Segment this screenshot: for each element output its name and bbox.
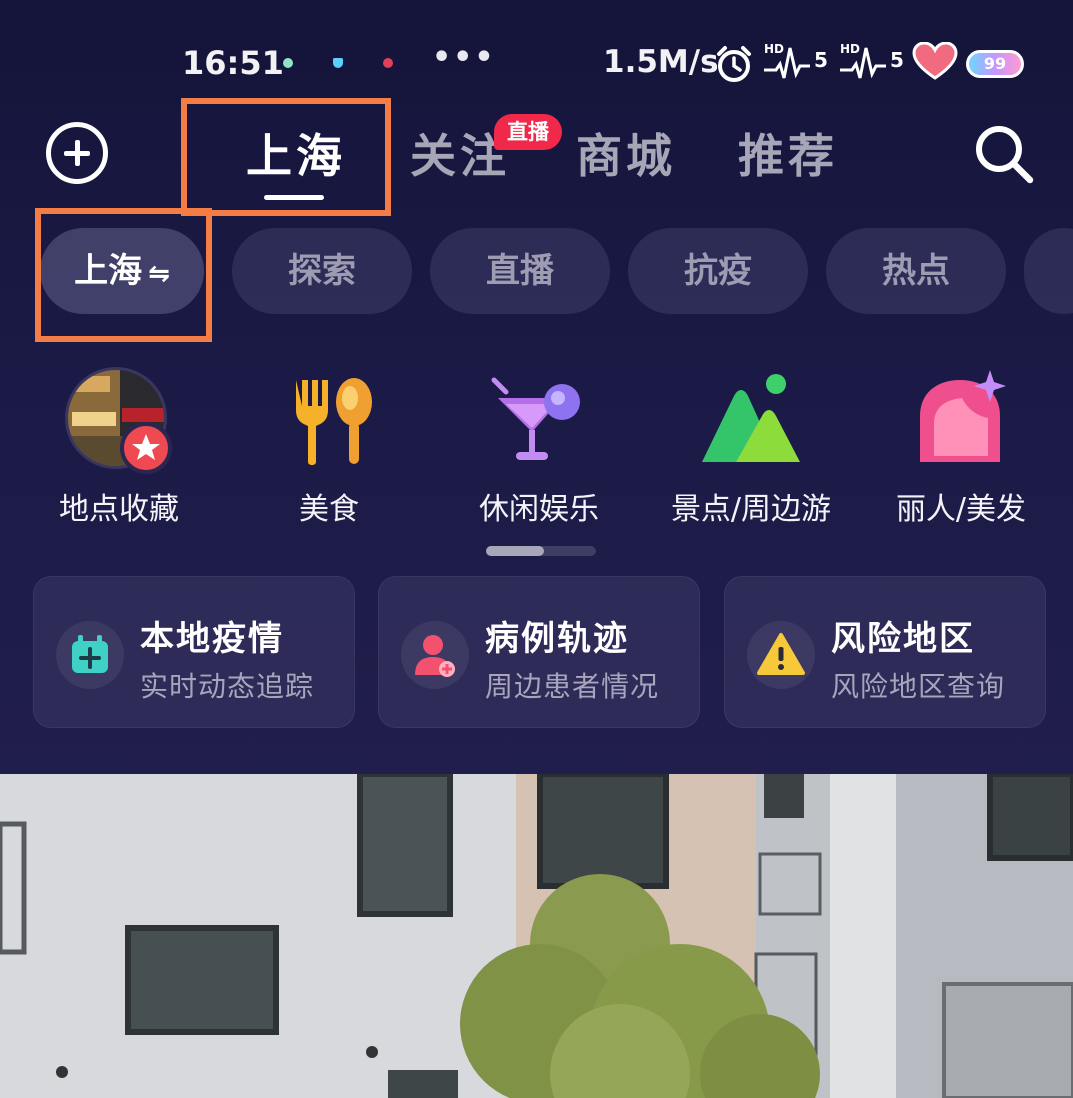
card-subtitle: 实时动态追踪 <box>140 670 315 703</box>
category-scroll-indicator <box>486 546 596 556</box>
plus-icon[interactable] <box>46 122 108 184</box>
category-saved-places[interactable]: 地点收藏 <box>24 366 214 536</box>
signal-strength: 5 <box>814 48 828 72</box>
active-tab-indicator <box>264 195 324 200</box>
category-label: 景点/周边游 <box>670 492 832 527</box>
subtab-more[interactable] <box>1024 228 1073 314</box>
heart-icon <box>912 42 958 80</box>
category-label: 丽人/美发 <box>895 492 1027 527</box>
category-leisure[interactable]: 休闲娱乐 <box>444 366 634 536</box>
more-notifications-icon: ••• <box>432 40 496 75</box>
card-risk-areas[interactable]: 风险地区 风险地区查询 <box>724 576 1046 728</box>
card-subtitle: 周边患者情况 <box>485 670 660 703</box>
card-subtitle: 风险地区查询 <box>831 670 1006 703</box>
category-label: 休闲娱乐 <box>479 492 599 527</box>
card-local-epidemic[interactable]: 本地疫情 实时动态追踪 <box>33 576 355 728</box>
calendar-plus-icon <box>72 635 108 673</box>
status-icons: HD 5 HD 5 99 <box>714 42 1034 86</box>
card-icon-bg <box>747 621 815 689</box>
card-title: 病例轨迹 <box>485 619 629 659</box>
swap-city-icon: ⇋ <box>148 259 170 289</box>
saved-place-icon <box>65 367 172 474</box>
live-badge: 直播 <box>494 114 562 150</box>
tab-shanghai[interactable]: 上海 <box>246 120 346 186</box>
subtab-hot[interactable]: 热点 <box>826 228 1006 314</box>
hd-label: HD <box>764 42 785 56</box>
beauty-icon <box>920 370 1006 462</box>
network-speed: 1.5M/s <box>603 44 719 80</box>
hd-label: HD <box>840 42 861 56</box>
category-beauty[interactable]: 丽人/美发 <box>866 366 1056 536</box>
subtab-shanghai[interactable]: 上海 ⇋ <box>40 228 204 314</box>
subtab-explore[interactable]: 探索 <box>232 228 412 314</box>
status-time: 16:51 <box>182 44 284 82</box>
subtab-anti-epidemic[interactable]: 抗疫 <box>628 228 808 314</box>
scroll-thumb <box>486 546 544 556</box>
card-icon-bg <box>401 621 469 689</box>
card-case-tracks[interactable]: 病例轨迹 周边患者情况 <box>378 576 700 728</box>
tab-recommend[interactable]: 推荐 <box>738 120 838 186</box>
mountain-icon <box>702 374 800 462</box>
warning-icon <box>757 633 805 675</box>
tab-mall[interactable]: 商城 <box>576 120 676 186</box>
app-screen: 16:51 ••• 1.5M/s HD 5 HD 5 99 上海 关注 直播 商… <box>0 0 1073 1098</box>
sub-tab-bar: 上海 ⇋ 探索 直播 抗疫 热点 <box>0 224 1073 320</box>
category-label: 地点收藏 <box>59 492 179 527</box>
shield-notification-icon <box>333 58 343 68</box>
alarm-icon <box>717 46 751 82</box>
category-scenic[interactable]: 景点/周边游 <box>656 366 846 536</box>
card-title: 风险地区 <box>831 619 975 659</box>
card-title: 本地疫情 <box>140 619 284 659</box>
category-row: 地点收藏 美食 休闲娱乐 景点/周边游 丽人/美发 <box>0 366 1073 536</box>
signal-strength: 5 <box>890 48 904 72</box>
cocktail-icon <box>491 377 580 460</box>
notification-dot-icon <box>383 58 393 68</box>
feed-video-thumbnail[interactable] <box>0 774 1073 1098</box>
subtab-live[interactable]: 直播 <box>430 228 610 314</box>
notification-dot-icon <box>283 58 293 68</box>
status-bar: 16:51 ••• 1.5M/s HD 5 HD 5 99 <box>0 30 1073 100</box>
patient-icon <box>415 635 455 677</box>
battery-icon: 99 <box>966 50 1024 78</box>
card-icon-bg <box>56 621 124 689</box>
search-icon[interactable] <box>972 122 1036 186</box>
subtab-label: 上海 <box>74 251 143 291</box>
category-label: 美食 <box>299 492 359 527</box>
fork-spoon-icon <box>296 378 372 465</box>
top-nav: 上海 关注 直播 商城 推荐 <box>0 100 1073 210</box>
category-food[interactable]: 美食 <box>234 366 424 536</box>
